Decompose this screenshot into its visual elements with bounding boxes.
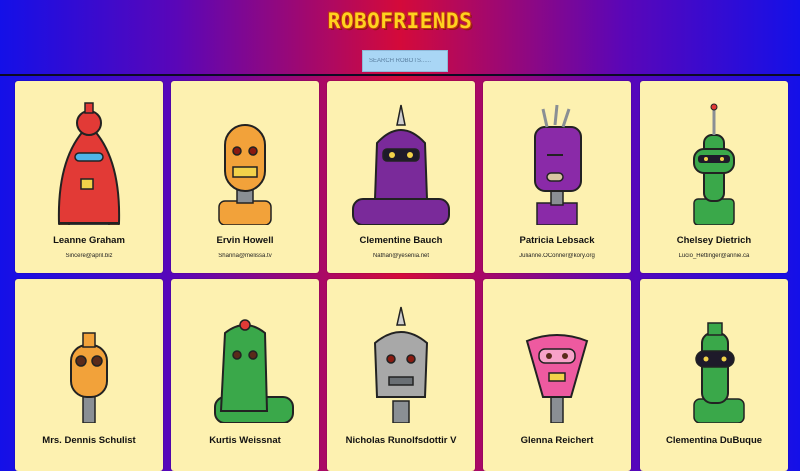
- robot-name: Ervin Howell: [216, 235, 274, 246]
- search-input[interactable]: [362, 50, 448, 72]
- robot-card[interactable]: Kurtis Weissnat: [171, 279, 319, 471]
- robot-card[interactable]: Leanne Graham Sincere@april.biz: [15, 81, 163, 273]
- robot-name: Leanne Graham: [53, 235, 125, 246]
- robot-card[interactable]: Ervin Howell Shanna@melissa.tv: [171, 81, 319, 273]
- robot-card[interactable]: Nicholas Runolfsdottir V: [327, 279, 475, 471]
- robot-name: Glenna Reichert: [520, 435, 594, 446]
- robot-avatar-icon: [534, 104, 582, 225]
- robot-email: Shanna@melissa.tv: [218, 253, 272, 259]
- robot-name: Nicholas Runolfsdottir V: [345, 435, 457, 446]
- robot-avatar-icon: [57, 102, 121, 225]
- app-title: ROBOFRIENDS: [327, 9, 473, 33]
- robot-name: Chelsey Dietrich: [676, 235, 752, 246]
- robot-name: Kurtis Weissnat: [209, 435, 281, 446]
- robot-avatar-icon: [525, 334, 589, 423]
- robot-email: Lucio_Hettinger@annie.ca: [678, 253, 750, 259]
- header: ROBOFRIENDS: [0, 0, 800, 76]
- robot-name: Clementina DuBuque: [665, 435, 763, 446]
- robot-name: Patricia Lebsack: [519, 235, 595, 246]
- robot-avatar-icon: [352, 104, 450, 225]
- robot-name: Clementine Bauch: [359, 235, 443, 246]
- robot-avatar-icon: [70, 332, 108, 423]
- robot-email: Nathan@yesenia.net: [372, 253, 430, 259]
- robot-email: Sincere@april.biz: [65, 253, 113, 259]
- robot-name: Mrs. Dennis Schulist: [42, 435, 136, 446]
- robot-card[interactable]: Clementine Bauch Nathan@yesenia.net: [327, 81, 475, 273]
- robot-email: Julianne.OConner@kory.org: [519, 253, 595, 259]
- robot-card[interactable]: Mrs. Dennis Schulist: [15, 279, 163, 471]
- robot-avatar-icon: [693, 103, 735, 225]
- robot-avatar-icon: [373, 306, 429, 423]
- robot-avatar-icon: [693, 322, 745, 423]
- robot-card[interactable]: Glenna Reichert: [483, 279, 631, 471]
- robot-card[interactable]: Clementina DuBuque: [640, 279, 788, 471]
- robot-avatar-icon: [218, 124, 272, 225]
- robot-card[interactable]: Chelsey Dietrich Lucio_Hettinger@annie.c…: [640, 81, 788, 273]
- header-divider: [0, 74, 800, 76]
- robot-avatar-icon: [214, 319, 294, 423]
- robot-card[interactable]: Patricia Lebsack Julianne.OConner@kory.o…: [483, 81, 631, 273]
